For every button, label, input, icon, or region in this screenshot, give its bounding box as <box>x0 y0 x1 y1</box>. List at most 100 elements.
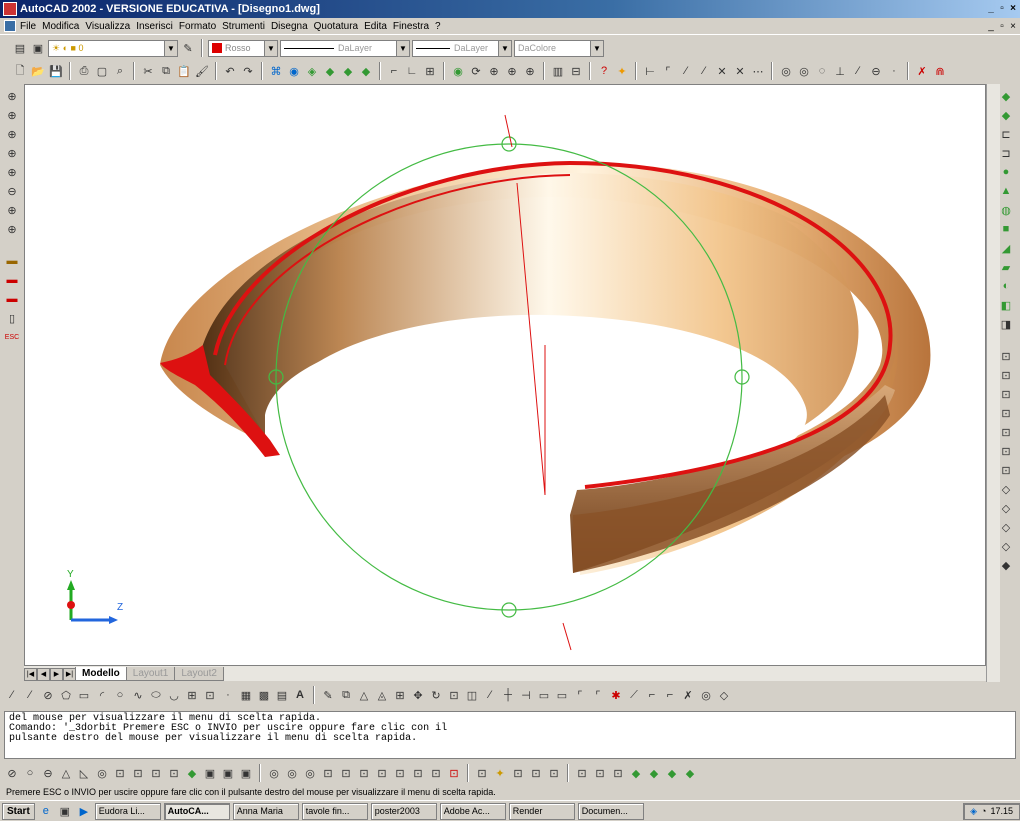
plotstyle-combo[interactable]: DaColore ▼ <box>514 39 604 57</box>
tangent-icon[interactable]: ∕ <box>850 63 866 79</box>
zoom-all-icon[interactable]: ⊕ <box>4 202 20 218</box>
quicklaunch-media-icon[interactable]: ▶ <box>76 803 92 819</box>
offset-icon[interactable]: ◬ <box>374 687 390 703</box>
shade-icon[interactable]: ⊡ <box>610 765 626 781</box>
tab-next-button[interactable]: ▶ <box>50 668 63 681</box>
insert-block-icon[interactable]: ⊞ <box>184 687 200 703</box>
solid-torus-icon[interactable]: ◎ <box>94 765 110 781</box>
explode-icon[interactable]: ✱ <box>608 687 624 703</box>
circle-icon[interactable]: ◎ <box>778 63 794 79</box>
properties-icon[interactable]: ◆ <box>322 63 338 79</box>
new-icon[interactable]: 🗋 <box>12 63 28 79</box>
menu-disegna[interactable]: Disegna <box>271 21 308 32</box>
snap-center-icon[interactable]: ◎ <box>698 687 714 703</box>
solid-green3-icon[interactable]: ◆ <box>664 765 680 781</box>
ucs-face-icon[interactable]: ⊡ <box>998 405 1014 421</box>
start-button[interactable]: Start <box>2 802 35 820</box>
ellipse-arc-icon[interactable]: ◡ <box>166 687 182 703</box>
menu-visualizza[interactable]: Visualizza <box>85 21 130 32</box>
tray-network-icon[interactable]: ◈ <box>970 804 977 819</box>
multiline-icon[interactable]: ⋯ <box>750 63 766 79</box>
paste-icon[interactable]: 📋 <box>176 63 192 79</box>
fillet-icon[interactable]: ⌜ <box>590 687 606 703</box>
erase-icon[interactable]: ✎ <box>320 687 336 703</box>
orbit-icon[interactable]: ◉ <box>450 63 466 79</box>
view-right-icon[interactable]: ⊐ <box>998 145 1014 161</box>
xline-icon[interactable]: ✕ <box>714 63 730 79</box>
autocad-app-icon[interactable] <box>3 2 17 16</box>
model-viewport[interactable]: Y Z <box>25 85 987 667</box>
menu-strumenti[interactable]: Strumenti <box>222 21 265 32</box>
ucs-icon[interactable]: ⊡ <box>998 348 1014 364</box>
solid-wedge-icon[interactable]: ◺ <box>76 765 92 781</box>
tab-layout1[interactable]: Layout1 <box>125 667 176 681</box>
render-mapping-icon[interactable]: ⊡ <box>546 765 562 781</box>
wedge-icon[interactable]: ◢ <box>998 240 1014 256</box>
taskbar-item-tavole[interactable]: tavole fin... <box>301 802 368 820</box>
menu-help[interactable]: ? <box>435 21 441 32</box>
assist-icon[interactable]: ✦ <box>614 63 630 79</box>
rotate-faces-icon[interactable]: ⊡ <box>392 765 408 781</box>
ucs-z-icon[interactable]: ◇ <box>998 538 1014 554</box>
lengthen-icon[interactable]: ⁄ <box>482 687 498 703</box>
command-window[interactable]: del mouse per visualizzare il menu di sc… <box>4 711 1016 759</box>
snap-osnap-icon[interactable]: ⋒ <box>932 63 948 79</box>
snap-none-icon[interactable]: ✗ <box>914 63 930 79</box>
view-top-icon[interactable]: ◆ <box>998 88 1014 104</box>
setup-drawing-icon[interactable]: ▣ <box>202 765 218 781</box>
sphere-icon[interactable]: ● <box>998 164 1014 180</box>
preview-icon[interactable]: ▢ <box>94 63 110 79</box>
doc-minimize-button[interactable]: _ <box>986 20 996 34</box>
circle-icon[interactable]: ○ <box>112 687 128 703</box>
menu-file[interactable]: File <box>20 21 36 32</box>
dim-linear-icon[interactable]: ⊢ <box>642 63 658 79</box>
delete-faces-icon[interactable]: ⊡ <box>374 765 390 781</box>
zoom-in-icon[interactable]: ⊕ <box>4 164 20 180</box>
print-icon[interactable]: ⎙ <box>76 63 92 79</box>
chamfer-icon[interactable]: ⌜ <box>572 687 588 703</box>
arc-icon[interactable]: ◜ <box>94 687 110 703</box>
zoom-dynamic-icon[interactable]: ⊕ <box>4 107 20 123</box>
copy-object-icon[interactable]: ⧉ <box>338 687 354 703</box>
break-icon[interactable]: ▭ <box>536 687 552 703</box>
slice-solid-icon[interactable]: ⊡ <box>148 765 164 781</box>
perpendicular-icon[interactable]: ⊥ <box>832 63 848 79</box>
lineweight-combo[interactable]: DaLayer ▼ <box>412 39 512 57</box>
view-left-icon[interactable]: ⊏ <box>998 126 1014 142</box>
save-icon[interactable]: 💾 <box>48 63 64 79</box>
array-icon[interactable]: ⊞ <box>392 687 408 703</box>
menu-finestra[interactable]: Finestra <box>393 21 429 32</box>
move-icon[interactable]: ✥ <box>410 687 426 703</box>
subtract-icon[interactable]: ◎ <box>284 765 300 781</box>
view-bottom-icon[interactable]: ◆ <box>998 107 1014 123</box>
extrude-solid-icon[interactable]: ⊡ <box>112 765 128 781</box>
render-library-icon[interactable]: ⊡ <box>528 765 544 781</box>
menu-formato[interactable]: Formato <box>179 21 216 32</box>
taskbar-item-anna-maria[interactable]: Anna Maria <box>232 802 299 820</box>
zoom-window-icon[interactable]: ⊕ <box>4 88 20 104</box>
hatch-icon[interactable]: ▦ <box>238 687 254 703</box>
area-icon[interactable]: ⊟ <box>568 63 584 79</box>
redo-icon[interactable]: ↷ <box>240 63 256 79</box>
tray-clock[interactable]: 17.15 <box>990 804 1013 819</box>
doc-restore-button[interactable]: ▫ <box>997 20 1007 34</box>
minimize-button[interactable]: _ <box>986 2 996 16</box>
extend-icon[interactable]: ⊣ <box>518 687 534 703</box>
doc-close-button[interactable]: × <box>1008 20 1018 34</box>
xline2-icon[interactable]: ✕ <box>732 63 748 79</box>
torus-icon[interactable]: ◍ <box>998 202 1014 218</box>
zoom-all-icon[interactable]: ⊕ <box>522 63 538 79</box>
taskbar-item-poster[interactable]: poster2003 <box>370 802 437 820</box>
menu-edita[interactable]: Edita <box>364 21 387 32</box>
taskbar-item-documento[interactable]: Documen... <box>577 802 644 820</box>
snap-midpoint-icon[interactable]: ⌐ <box>662 687 678 703</box>
drawing-canvas[interactable]: Y Z <box>24 84 986 666</box>
layer-previous-icon[interactable]: ▣ <box>30 40 46 56</box>
ucs-3point-icon[interactable]: ◇ <box>998 481 1014 497</box>
extrude-faces-icon[interactable]: ⊡ <box>320 765 336 781</box>
extrude-icon[interactable]: ▰ <box>998 259 1014 275</box>
line-icon[interactable]: ⁄ <box>678 63 694 79</box>
snap-intersection-icon[interactable]: ✗ <box>680 687 696 703</box>
make-current-icon[interactable]: ✎ <box>180 40 196 56</box>
shade-gouraud-icon[interactable]: ▬ <box>4 272 20 288</box>
